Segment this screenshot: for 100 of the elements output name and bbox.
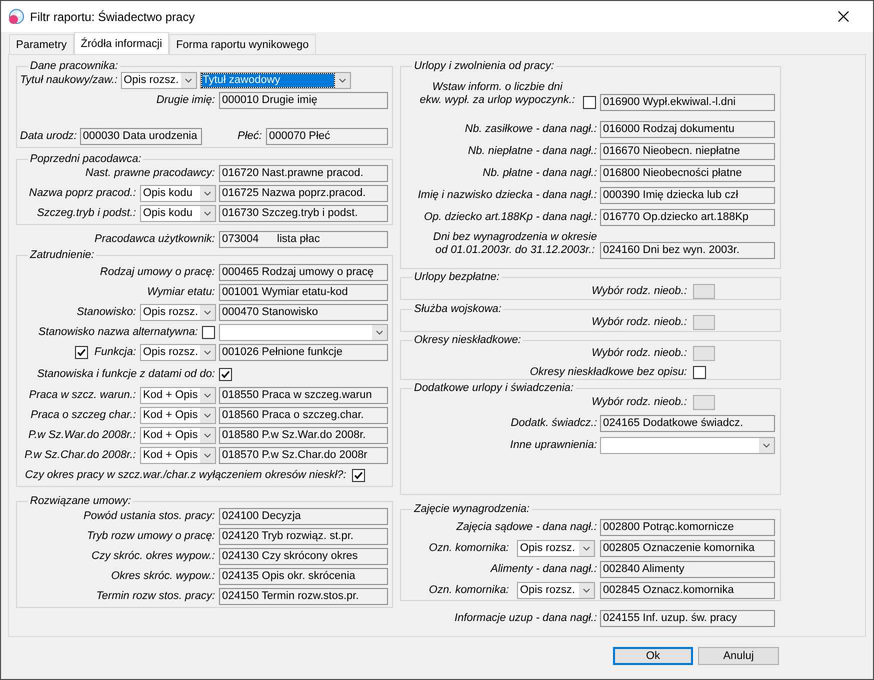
field-label: Wstaw inform. o liczbie dni ekw. wypł. za urlop wypoczynk.: [420, 81, 575, 108]
text-field[interactable]: 024165 Dodatkowe świadcz. [600, 415, 775, 432]
text-field[interactable]: 018560 Praca o szczeg.char. [219, 407, 388, 424]
checkbox[interactable] [75, 346, 88, 359]
chevron-icon [200, 388, 215, 403]
field-label: Stanowiska i funkcje z datami od do: [37, 368, 215, 380]
dropdown[interactable]: Opis rozsz. [120, 72, 197, 89]
dropdown[interactable]: Opis rozsz. [140, 344, 216, 361]
field-label: Praca o szczeg char.: [30, 409, 136, 422]
text-field[interactable]: 000470 Stanowisko [219, 304, 388, 321]
text-field[interactable]: 002845 Oznacz.komornika [600, 582, 775, 599]
group-title: Dodatkowe urlopy i świadczenia: [413, 382, 575, 394]
field-label: Rodzaj umowy o pracę: [100, 266, 215, 279]
field-label: Płeć: [238, 130, 262, 143]
checkbox[interactable] [352, 469, 366, 482]
dropdown[interactable]: Kod + Opis [140, 447, 216, 464]
text-field[interactable]: 002805 Oznaczenie komornika [600, 540, 775, 557]
text-field[interactable]: 016000 Rodzaj dokumentu [600, 121, 775, 138]
field-label: Praca w szcz. warun.: [29, 389, 136, 402]
text-field[interactable]: 024100 Decyzja [219, 508, 388, 525]
text-field[interactable]: 016900 Wypł.ekwiwal.-l.dni [600, 94, 775, 111]
text-field[interactable]: 018580 P.w Sz.War.do 2008r. [219, 427, 388, 444]
text-field[interactable]: 000070 Płeć [266, 128, 388, 145]
field-label: Okresy nieskładkowe bez opisu: [530, 366, 687, 379]
text-field[interactable]: 016725 Nazwa poprz.pracod. [219, 185, 388, 202]
chevron-icon [200, 345, 215, 360]
empty-field[interactable] [693, 346, 715, 361]
text-field[interactable]: 002800 Potrąc.komornicze [600, 519, 775, 536]
field-label: Ozn. komornika: [428, 542, 509, 555]
text-field[interactable]: 001001 Wymiar etatu-kod [219, 284, 388, 301]
text-field[interactable]: 016720 Nast.prawne pracod. [219, 165, 388, 182]
field-label: Wymiar etatu: [147, 286, 215, 299]
text-field[interactable]: 018550 Praca w szczeg.warun [219, 387, 388, 404]
checkbox[interactable] [583, 96, 596, 109]
dropdown[interactable]: Opis rozsz. [140, 304, 216, 321]
checkbox[interactable] [693, 366, 706, 379]
text-field[interactable]: 018570 P.w Sz.Char.do 2008r [219, 447, 388, 464]
field-label: Wybór rodz. nieob.: [592, 347, 687, 360]
text-field[interactable]: 024120 Tryb rozwiąz. st.pr. [219, 528, 388, 545]
field-label: Informacje uzup - dana nagł.: [454, 612, 597, 625]
dropdown[interactable]: Opis rozsz. [517, 582, 595, 599]
chevron-icon [180, 73, 196, 88]
text-field[interactable]: 016770 Op.dziecko art.188Kp [600, 209, 775, 226]
dropdown[interactable]: Opis kodu [140, 205, 216, 222]
text-field[interactable]: 000465 Rodzaj umowy o pracę [219, 264, 388, 281]
app-logo-icon [8, 8, 24, 24]
text-field[interactable]: 000010 Drugie imię [219, 92, 388, 109]
tab[interactable]: Parametry [9, 34, 74, 54]
field-label: Ozn. komornika: [428, 584, 509, 597]
dropdown[interactable]: Kod + Opis [140, 387, 216, 404]
empty-field[interactable] [693, 395, 715, 410]
checkbox[interactable] [219, 368, 232, 380]
dropdown[interactable]: Opis rozsz. [517, 540, 595, 557]
text-field[interactable]: 024160 Dni bez wyn. 2003r. [600, 242, 775, 259]
text-field[interactable]: 000030 Data urodzenia [80, 128, 202, 145]
empty-field[interactable] [693, 315, 715, 330]
field-label: Stanowisko: [76, 306, 136, 319]
text-field[interactable]: 016800 Nieobecności płatne [600, 165, 775, 182]
text-field[interactable]: 001026 Pełnione funkcje [219, 344, 388, 361]
chevron-icon [200, 206, 215, 221]
chevron-icon [759, 438, 774, 453]
field-label: Alimenty - dana nagł.: [490, 563, 597, 576]
chevron-icon [200, 428, 215, 443]
field-label: Szczeg.tryb i podst.: [36, 207, 136, 220]
tab[interactable]: Źródła informacji [74, 32, 170, 54]
empty-field[interactable] [693, 284, 715, 299]
text-field[interactable]: 024130 Czy skrócony okres [219, 548, 388, 565]
text-field[interactable]: 024150 Termin rozw.stos.pr. [219, 588, 388, 605]
field-label: Czy okres pracy w szcz.war./char.z wyłączeniem okresów nieskł?: [25, 469, 346, 482]
field-label: Dodatk. świadcz.: [510, 417, 597, 430]
dropdown[interactable]: Tytuł zawodowy [200, 72, 351, 89]
group-title: Okresy nieskładkowe: [413, 334, 522, 346]
field-label: Dni bez wynagrodzenia w okresie od 01.01.2003r. do 31.12.2003r.: [433, 231, 597, 257]
text-field[interactable]: 000390 Imię dziecka lub czł [600, 187, 775, 204]
text-field[interactable]: 024155 Inf. uzup. św. pracy [600, 610, 775, 627]
dialog-button[interactable]: Anuluj [698, 647, 779, 665]
dropdown[interactable]: Opis kodu [140, 185, 216, 202]
field-label: Czy skróc. okres wypow.: [92, 550, 215, 563]
text-field[interactable]: 016670 Nieobecn. niepłatne [600, 143, 775, 160]
dropdown[interactable]: Kod + Opis [140, 427, 216, 444]
text-field[interactable]: 002840 Alimenty [600, 561, 775, 578]
field-label: Nazwa poprz pracod.: [29, 187, 136, 200]
field-label: Imię i nazwisko dziecka - dana nagł.: [418, 189, 597, 202]
group-title: Poprzedni pacodawca: [29, 153, 142, 165]
chevron-icon [579, 541, 594, 556]
dropdown[interactable]: Kod + Opis [140, 407, 216, 424]
field-label: Op. dziecko art.188Kp - dana nagł.: [424, 211, 597, 224]
chevron-icon [200, 408, 215, 423]
group-title: Dane pracownika: [29, 60, 120, 72]
text-field[interactable]: 073004 lista płac [219, 231, 388, 248]
text-field[interactable]: 016730 Szczeg.tryb i podst. [219, 205, 388, 222]
field-label: Nb. płatne - dana nagł.: [482, 167, 597, 180]
chevron-icon [334, 73, 350, 88]
checkbox[interactable] [202, 326, 215, 339]
field-label: P.w Sz.War.do 2008r.: [28, 429, 136, 442]
text-field[interactable]: 024135 Opis okr. skrócenia [219, 568, 388, 585]
dialog-button[interactable]: Ok [613, 647, 693, 665]
tab[interactable]: Forma raportu wynikowego [169, 34, 316, 54]
window-title: Filtr raportu: Świadectwo pracy [30, 8, 195, 26]
close-icon[interactable] [838, 11, 849, 22]
